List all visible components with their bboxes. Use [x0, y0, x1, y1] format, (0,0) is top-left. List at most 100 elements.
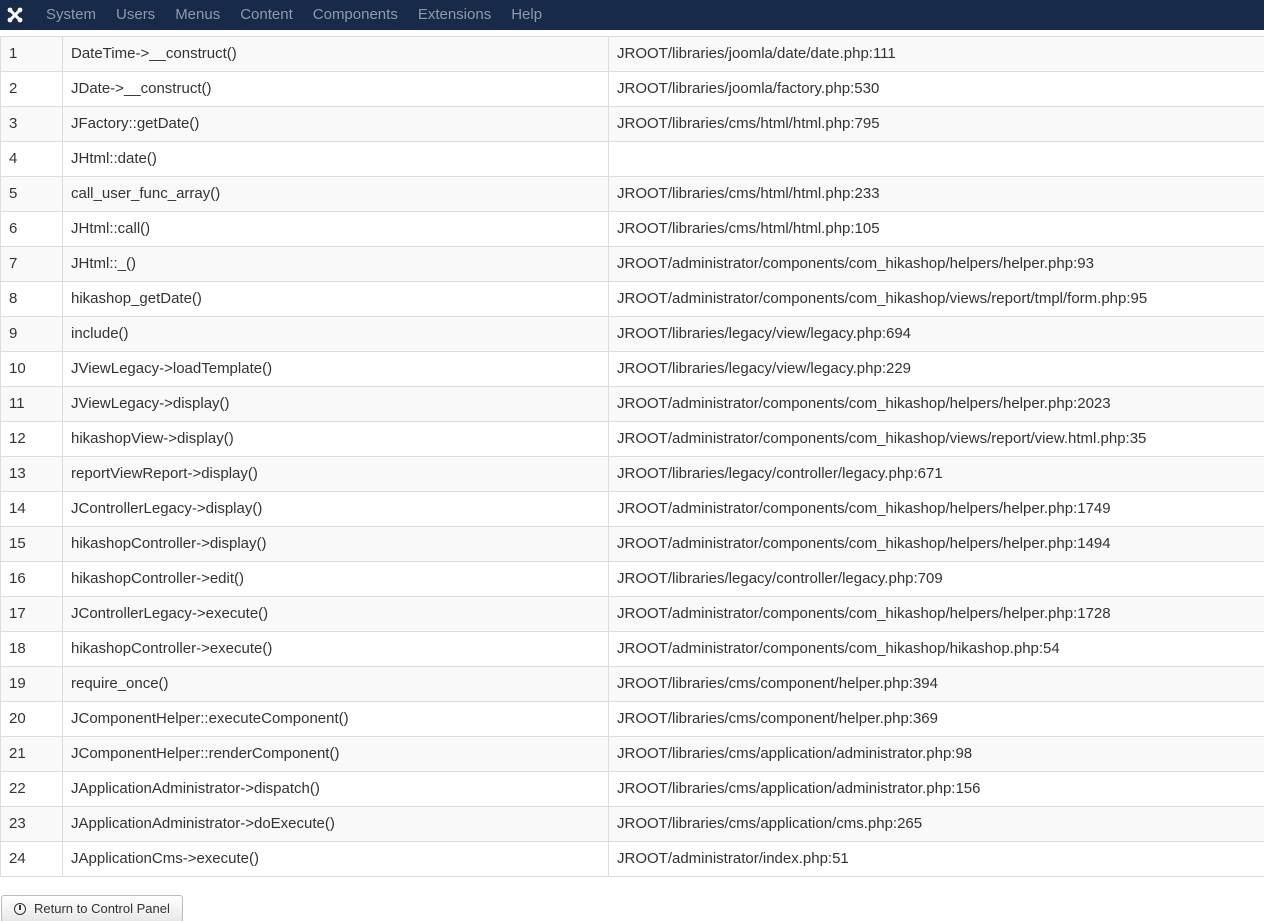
file-location: JROOT/libraries/cms/html/html.php:233 [609, 177, 1264, 212]
menu-menus[interactable]: Menus [165, 0, 230, 30]
file-location: JROOT/administrator/components/com_hikas… [609, 527, 1264, 562]
file-location: JROOT/libraries/cms/component/helper.php… [609, 667, 1264, 702]
table-row: 1DateTime->__construct()JROOT/libraries/… [1, 37, 1264, 72]
file-location: JROOT/administrator/components/com_hikas… [609, 422, 1264, 457]
row-number: 10 [1, 352, 63, 387]
row-number: 6 [1, 212, 63, 247]
table-row: 9include()JROOT/libraries/legacy/view/le… [1, 317, 1264, 352]
table-row: 13reportViewReport->display()JROOT/libra… [1, 457, 1264, 492]
row-number: 11 [1, 387, 63, 422]
table-row: 8hikashop_getDate()JROOT/administrator/c… [1, 282, 1264, 317]
table-row: 22JApplicationAdministrator->dispatch()J… [1, 772, 1264, 807]
function-name: hikashopView->display() [63, 422, 609, 457]
table-row: 11JViewLegacy->display()JROOT/administra… [1, 387, 1264, 422]
row-number: 21 [1, 737, 63, 772]
file-location: JROOT/libraries/legacy/controller/legacy… [609, 457, 1264, 492]
file-location: JROOT/libraries/cms/application/cms.php:… [609, 807, 1264, 842]
row-number: 3 [1, 107, 63, 142]
table-row: 17JControllerLegacy->execute()JROOT/admi… [1, 597, 1264, 632]
function-name: JApplicationAdministrator->dispatch() [63, 772, 609, 807]
table-row: 2JDate->__construct()JROOT/libraries/joo… [1, 72, 1264, 107]
table-row: 6JHtml::call()JROOT/libraries/cms/html/h… [1, 212, 1264, 247]
row-number: 19 [1, 667, 63, 702]
menu-users[interactable]: Users [106, 0, 165, 30]
table-row: 15hikashopController->display()JROOT/adm… [1, 527, 1264, 562]
function-name: require_once() [63, 667, 609, 702]
table-row: 19require_once()JROOT/libraries/cms/comp… [1, 667, 1264, 702]
table-row: 20JComponentHelper::executeComponent()JR… [1, 702, 1264, 737]
table-row: 24JApplicationCms->execute()JROOT/admini… [1, 842, 1264, 877]
function-name: JDate->__construct() [63, 72, 609, 107]
function-name: DateTime->__construct() [63, 37, 609, 72]
menu-system[interactable]: System [36, 0, 106, 30]
file-location: JROOT/libraries/cms/html/html.php:795 [609, 107, 1264, 142]
file-location: JROOT/libraries/joomla/factory.php:530 [609, 72, 1264, 107]
main-menu: System Users Menus Content Components Ex… [36, 0, 552, 30]
file-location: JROOT/libraries/cms/application/administ… [609, 737, 1264, 772]
row-number: 24 [1, 842, 63, 877]
function-name: JViewLegacy->display() [63, 387, 609, 422]
function-name: JHtml::_() [63, 247, 609, 282]
return-to-control-panel-button[interactable]: Return to Control Panel [1, 895, 183, 921]
table-row: 3JFactory::getDate()JROOT/libraries/cms/… [1, 107, 1264, 142]
table-row: 4JHtml::date() [1, 142, 1264, 177]
function-name: JComponentHelper::executeComponent() [63, 702, 609, 737]
function-name: hikashopController->edit() [63, 562, 609, 597]
row-number: 20 [1, 702, 63, 737]
file-location: JROOT/libraries/legacy/controller/legacy… [609, 562, 1264, 597]
file-location: JROOT/administrator/components/com_hikas… [609, 597, 1264, 632]
file-location: JROOT/libraries/legacy/view/legacy.php:2… [609, 352, 1264, 387]
function-name: include() [63, 317, 609, 352]
file-location: JROOT/administrator/components/com_hikas… [609, 387, 1264, 422]
table-row: 5call_user_func_array()JROOT/libraries/c… [1, 177, 1264, 212]
row-number: 12 [1, 422, 63, 457]
row-number: 23 [1, 807, 63, 842]
row-number: 22 [1, 772, 63, 807]
call-stack-table-wrapper: 1DateTime->__construct()JROOT/libraries/… [0, 36, 1264, 877]
row-number: 16 [1, 562, 63, 597]
file-location [609, 142, 1264, 177]
call-stack-table: 1DateTime->__construct()JROOT/libraries/… [0, 36, 1264, 877]
row-number: 7 [1, 247, 63, 282]
file-location: JROOT/administrator/components/com_hikas… [609, 247, 1264, 282]
menu-content[interactable]: Content [230, 0, 303, 30]
function-name: JApplicationAdministrator->doExecute() [63, 807, 609, 842]
file-location: JROOT/libraries/joomla/date/date.php:111 [609, 37, 1264, 72]
function-name: call_user_func_array() [63, 177, 609, 212]
top-navbar: System Users Menus Content Components Ex… [0, 0, 1264, 30]
joomla-logo-icon[interactable] [0, 0, 30, 30]
file-location: JROOT/libraries/cms/component/helper.php… [609, 702, 1264, 737]
file-location: JROOT/libraries/cms/application/administ… [609, 772, 1264, 807]
menu-help[interactable]: Help [501, 0, 552, 30]
file-location: JROOT/administrator/components/com_hikas… [609, 632, 1264, 667]
function-name: JComponentHelper::renderComponent() [63, 737, 609, 772]
function-name: reportViewReport->display() [63, 457, 609, 492]
function-name: JViewLegacy->loadTemplate() [63, 352, 609, 387]
row-number: 13 [1, 457, 63, 492]
file-location: JROOT/libraries/cms/html/html.php:105 [609, 212, 1264, 247]
menu-extensions[interactable]: Extensions [408, 0, 501, 30]
function-name: hikashopController->execute() [63, 632, 609, 667]
function-name: JControllerLegacy->execute() [63, 597, 609, 632]
table-row: 23JApplicationAdministrator->doExecute()… [1, 807, 1264, 842]
table-row: 16hikashopController->edit()JROOT/librar… [1, 562, 1264, 597]
row-number: 15 [1, 527, 63, 562]
row-number: 18 [1, 632, 63, 667]
function-name: hikashop_getDate() [63, 282, 609, 317]
row-number: 2 [1, 72, 63, 107]
file-location: JROOT/libraries/legacy/view/legacy.php:6… [609, 317, 1264, 352]
function-name: hikashopController->display() [63, 527, 609, 562]
row-number: 1 [1, 37, 63, 72]
dashboard-icon [14, 903, 26, 915]
file-location: JROOT/administrator/components/com_hikas… [609, 282, 1264, 317]
table-row: 12hikashopView->display()JROOT/administr… [1, 422, 1264, 457]
function-name: JHtml::call() [63, 212, 609, 247]
menu-components[interactable]: Components [303, 0, 408, 30]
function-name: JControllerLegacy->display() [63, 492, 609, 527]
row-number: 9 [1, 317, 63, 352]
table-row: 18hikashopController->execute()JROOT/adm… [1, 632, 1264, 667]
file-location: JROOT/administrator/index.php:51 [609, 842, 1264, 877]
row-number: 17 [1, 597, 63, 632]
file-location: JROOT/administrator/components/com_hikas… [609, 492, 1264, 527]
table-row: 7JHtml::_()JROOT/administrator/component… [1, 247, 1264, 282]
